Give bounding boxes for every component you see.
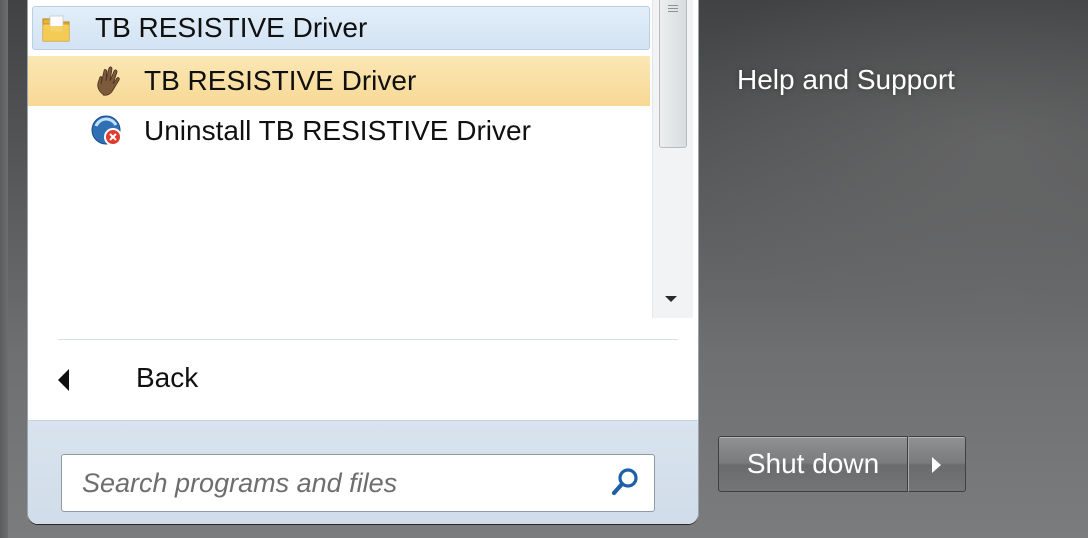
hand-icon: [97, 66, 120, 96]
program-list: TB RESISTIVE Driver TB RESISTIVE Driver: [28, 0, 652, 318]
arrow-right-icon: [932, 457, 941, 473]
back-arrow-icon[interactable]: [58, 369, 69, 391]
program-list-scrollbar[interactable]: [652, 0, 693, 318]
start-menu-screen: TB RESISTIVE Driver TB RESISTIVE Driver: [0, 0, 1088, 538]
programs-panel: TB RESISTIVE Driver TB RESISTIVE Driver: [28, 0, 698, 524]
folder-item-label: TB RESISTIVE Driver: [95, 12, 368, 43]
search-input[interactable]: [82, 455, 602, 511]
window-edge: [0, 0, 8, 538]
program-item-uninstall[interactable]: Uninstall TB RESISTIVE Driver: [28, 106, 650, 156]
back-button[interactable]: Back: [136, 362, 198, 394]
uninstall-icon: [91, 115, 122, 146]
search-area: [28, 420, 698, 524]
folder-icon: [42, 15, 70, 42]
shutdown-button[interactable]: Shut down: [718, 436, 908, 492]
divider: [58, 339, 678, 340]
scroll-down-arrow-icon[interactable]: [665, 296, 677, 302]
program-item-label: TB RESISTIVE Driver: [144, 65, 417, 96]
shutdown-label: Shut down: [746, 448, 880, 479]
folder-item-tb-resistive-driver[interactable]: TB RESISTIVE Driver: [32, 6, 650, 50]
search-box[interactable]: [61, 454, 655, 512]
search-icon[interactable]: [609, 466, 641, 498]
shutdown-options-button[interactable]: [908, 436, 966, 492]
help-and-support-link[interactable]: Help and Support: [737, 64, 955, 96]
shutdown-control: Shut down: [718, 436, 968, 492]
program-item-tb-resistive-driver[interactable]: TB RESISTIVE Driver: [28, 56, 650, 106]
program-item-label: Uninstall TB RESISTIVE Driver: [144, 115, 531, 146]
scrollbar-thumb[interactable]: [659, 0, 687, 148]
